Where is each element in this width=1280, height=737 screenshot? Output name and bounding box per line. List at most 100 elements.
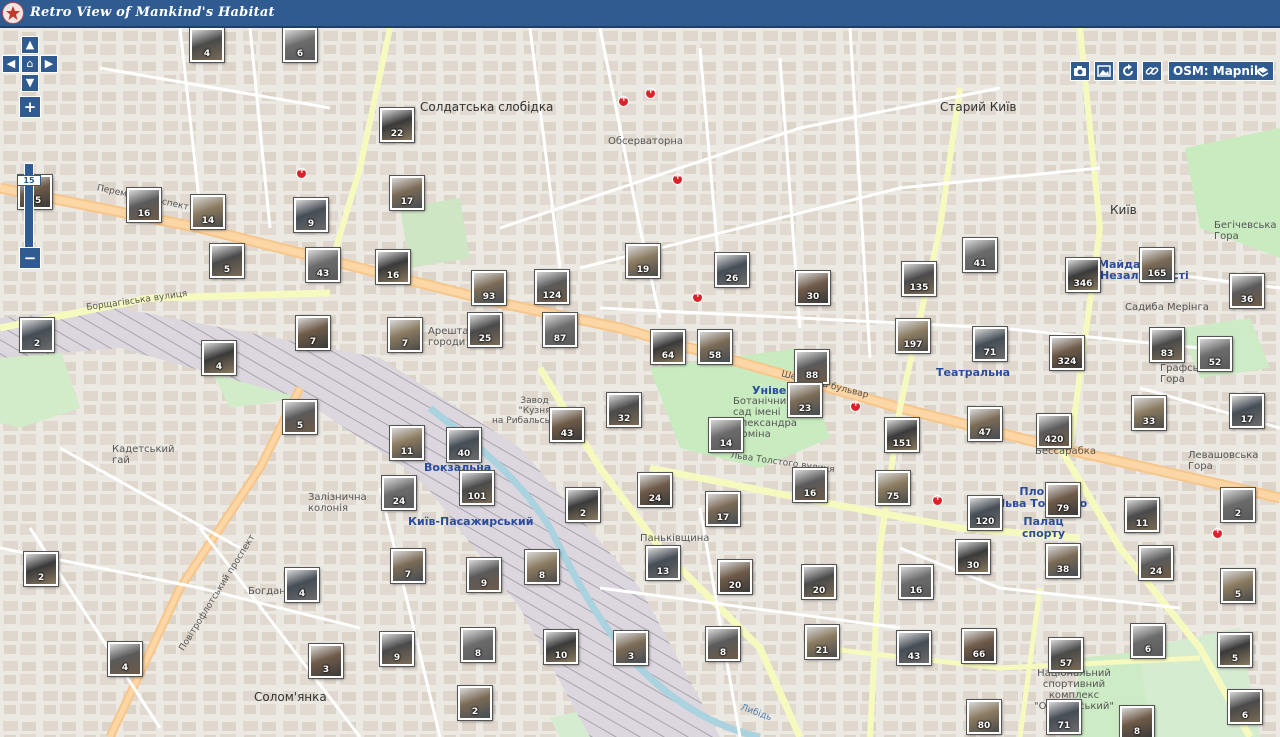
photo-cluster-thumbnail[interactable]: 47 bbox=[967, 406, 1003, 442]
photo-cluster-thumbnail[interactable]: 7 bbox=[387, 317, 423, 353]
photo-cluster-thumbnail[interactable]: 71 bbox=[1046, 699, 1082, 735]
photo-cluster-thumbnail[interactable]: 58 bbox=[697, 329, 733, 365]
photo-cluster-thumbnail[interactable]: 124 bbox=[534, 269, 570, 305]
photo-cluster-thumbnail[interactable]: 197 bbox=[895, 318, 931, 354]
photo-cluster-thumbnail[interactable]: 93 bbox=[471, 270, 507, 306]
photo-cluster-thumbnail[interactable]: 7 bbox=[390, 548, 426, 584]
photo-cluster-thumbnail[interactable]: 52 bbox=[1197, 336, 1233, 372]
photo-cluster-thumbnail[interactable]: 30 bbox=[955, 539, 991, 575]
photo-cluster-thumbnail[interactable]: 8 bbox=[460, 627, 496, 663]
photo-cluster-thumbnail[interactable]: 23 bbox=[787, 382, 823, 418]
photo-cluster-thumbnail[interactable]: 5 bbox=[1217, 632, 1253, 668]
hospital-marker-icon[interactable] bbox=[932, 493, 943, 506]
photo-cluster-thumbnail[interactable]: 8 bbox=[524, 549, 560, 585]
photo-cluster-thumbnail[interactable]: 14 bbox=[708, 417, 744, 453]
photo-cluster-thumbnail[interactable]: 43 bbox=[305, 247, 341, 283]
photo-cluster-thumbnail[interactable]: 79 bbox=[1045, 482, 1081, 518]
photo-cluster-thumbnail[interactable]: 16 bbox=[126, 187, 162, 223]
photo-cluster-thumbnail[interactable]: 151 bbox=[884, 417, 920, 453]
photo-cluster-thumbnail[interactable]: 64 bbox=[650, 329, 686, 365]
hospital-marker-icon[interactable] bbox=[850, 399, 861, 412]
link-icon[interactable] bbox=[1142, 61, 1162, 81]
photo-cluster-thumbnail[interactable]: 43 bbox=[896, 630, 932, 666]
photo-cluster-thumbnail[interactable]: 135 bbox=[901, 261, 937, 297]
photo-cluster-thumbnail[interactable]: 9 bbox=[379, 631, 415, 667]
zoom-out-button[interactable]: − bbox=[19, 247, 41, 269]
hospital-marker-icon[interactable] bbox=[618, 94, 629, 107]
refresh-icon[interactable] bbox=[1118, 61, 1138, 81]
photo-cluster-thumbnail[interactable]: 26 bbox=[714, 252, 750, 288]
photo-cluster-thumbnail[interactable]: 88 bbox=[794, 349, 830, 385]
photo-cluster-thumbnail[interactable]: 24 bbox=[381, 475, 417, 511]
pan-down-button[interactable]: ▼ bbox=[21, 74, 39, 92]
home-icon[interactable]: ⌂ bbox=[21, 55, 39, 73]
photo-cluster-thumbnail[interactable]: 101 bbox=[459, 470, 495, 506]
photo-cluster-thumbnail[interactable]: 4 bbox=[189, 28, 225, 63]
hospital-marker-icon[interactable] bbox=[296, 166, 307, 179]
photo-cluster-thumbnail[interactable]: 16 bbox=[375, 249, 411, 285]
photo-cluster-thumbnail[interactable]: 11 bbox=[1124, 497, 1160, 533]
hospital-marker-icon[interactable] bbox=[645, 86, 656, 99]
zoom-level[interactable]: 15 bbox=[17, 175, 41, 186]
photo-cluster-thumbnail[interactable]: 87 bbox=[542, 312, 578, 348]
photo-cluster-thumbnail[interactable]: 17 bbox=[389, 175, 425, 211]
photo-cluster-thumbnail[interactable]: 20 bbox=[801, 564, 837, 600]
photo-cluster-thumbnail[interactable]: 3 bbox=[613, 630, 649, 666]
pan-left-button[interactable]: ◀ bbox=[2, 55, 20, 73]
photo-cluster-thumbnail[interactable]: 30 bbox=[795, 270, 831, 306]
photo-cluster-thumbnail[interactable]: 80 bbox=[966, 699, 1002, 735]
photo-cluster-thumbnail[interactable]: 16 bbox=[792, 467, 828, 503]
photo-cluster-thumbnail[interactable]: 22 bbox=[379, 107, 415, 143]
map-canvas[interactable]: Солдатська слобідка Обсерваторна Старий … bbox=[0, 28, 1280, 737]
photo-cluster-thumbnail[interactable]: 2 bbox=[23, 551, 59, 587]
photo-cluster-thumbnail[interactable]: 3 bbox=[308, 643, 344, 679]
photo-cluster-thumbnail[interactable]: 2 bbox=[19, 317, 55, 353]
photo-cluster-thumbnail[interactable]: 6 bbox=[282, 28, 318, 63]
photo-cluster-thumbnail[interactable]: 17 bbox=[705, 491, 741, 527]
photo-cluster-thumbnail[interactable]: 40 bbox=[446, 427, 482, 463]
photo-cluster-thumbnail[interactable]: 17 bbox=[1229, 393, 1265, 429]
photo-cluster-thumbnail[interactable]: 8 bbox=[705, 626, 741, 662]
hospital-marker-icon[interactable] bbox=[1212, 526, 1223, 539]
photo-cluster-thumbnail[interactable]: 6 bbox=[1130, 623, 1166, 659]
hospital-marker-icon[interactable] bbox=[692, 290, 703, 303]
photo-cluster-thumbnail[interactable]: 9 bbox=[293, 197, 329, 233]
photo-cluster-thumbnail[interactable]: 20 bbox=[717, 559, 753, 595]
camera-icon[interactable] bbox=[1070, 61, 1090, 81]
photo-cluster-thumbnail[interactable]: 2 bbox=[1220, 487, 1256, 523]
photo-cluster-thumbnail[interactable]: 14 bbox=[190, 194, 226, 230]
photo-cluster-thumbnail[interactable]: 5 bbox=[209, 243, 245, 279]
photo-cluster-thumbnail[interactable]: 5 bbox=[282, 399, 318, 435]
photo-cluster-thumbnail[interactable]: 71 bbox=[972, 326, 1008, 362]
photo-cluster-thumbnail[interactable]: 11 bbox=[389, 425, 425, 461]
photo-cluster-thumbnail[interactable]: 346 bbox=[1065, 257, 1101, 293]
photo-cluster-thumbnail[interactable]: 66 bbox=[961, 628, 997, 664]
photo-cluster-thumbnail[interactable]: 57 bbox=[1048, 637, 1084, 673]
layer-switcher[interactable]: OSM: Mapnik bbox=[1168, 61, 1274, 81]
photo-cluster-thumbnail[interactable]: 24 bbox=[637, 472, 673, 508]
photo-cluster-thumbnail[interactable]: 120 bbox=[967, 495, 1003, 531]
photo-cluster-thumbnail[interactable]: 25 bbox=[467, 312, 503, 348]
photo-cluster-thumbnail[interactable]: 324 bbox=[1049, 335, 1085, 371]
photo-cluster-thumbnail[interactable]: 38 bbox=[1045, 543, 1081, 579]
photo-cluster-thumbnail[interactable]: 21 bbox=[804, 624, 840, 660]
photo-cluster-thumbnail[interactable]: 165 bbox=[1139, 247, 1175, 283]
photo-cluster-thumbnail[interactable]: 41 bbox=[962, 237, 998, 273]
photo-cluster-thumbnail[interactable]: 24 bbox=[1138, 545, 1174, 581]
hospital-marker-icon[interactable] bbox=[672, 172, 683, 185]
photo-cluster-thumbnail[interactable]: 32 bbox=[606, 392, 642, 428]
photo-cluster-thumbnail[interactable]: 2 bbox=[565, 487, 601, 523]
photo-cluster-thumbnail[interactable]: 43 bbox=[549, 407, 585, 443]
photo-cluster-thumbnail[interactable]: 4 bbox=[284, 567, 320, 603]
photo-cluster-thumbnail[interactable]: 33 bbox=[1131, 395, 1167, 431]
photo-cluster-thumbnail[interactable]: 4 bbox=[107, 641, 143, 677]
photo-cluster-thumbnail[interactable]: 8 bbox=[1119, 705, 1155, 737]
photo-cluster-thumbnail[interactable]: 13 bbox=[645, 545, 681, 581]
photo-cluster-thumbnail[interactable]: 83 bbox=[1149, 327, 1185, 363]
photo-cluster-thumbnail[interactable]: 420 bbox=[1036, 413, 1072, 449]
pan-right-button[interactable]: ▶ bbox=[40, 55, 58, 73]
photo-cluster-thumbnail[interactable]: 36 bbox=[1229, 273, 1265, 309]
photo-cluster-thumbnail[interactable]: 5 bbox=[1220, 568, 1256, 604]
photo-cluster-thumbnail[interactable]: 7 bbox=[295, 315, 331, 351]
zoom-in-button[interactable]: + bbox=[19, 96, 41, 118]
